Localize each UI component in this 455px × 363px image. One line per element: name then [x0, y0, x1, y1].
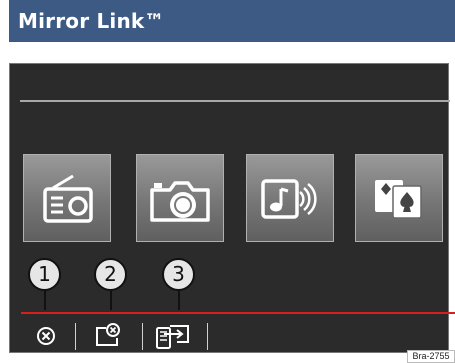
callout-1: 1	[28, 258, 61, 291]
figure-reference: Bra-2755	[407, 350, 455, 363]
music-icon	[261, 179, 317, 219]
callout-3: 3	[162, 258, 195, 291]
callout-2: 2	[94, 258, 127, 291]
camera-icon	[150, 181, 210, 222]
playing-cards-icon	[375, 180, 422, 219]
page-title: Mirror Link™	[18, 9, 165, 33]
callout-leader	[178, 288, 180, 310]
app-radio[interactable]	[23, 154, 111, 242]
app-cards[interactable]	[355, 154, 443, 242]
close-icon[interactable]	[35, 322, 57, 346]
callout-leader	[44, 288, 46, 310]
bottom-separator	[142, 323, 143, 350]
title-banner: Mirror Link™	[9, 0, 455, 42]
status-bar-accent-line	[21, 312, 455, 314]
mirrorlink-screen	[9, 63, 455, 353]
disconnect-device-icon[interactable]	[92, 322, 122, 348]
bottom-separator	[207, 323, 208, 350]
bottom-separator	[75, 323, 76, 350]
top-divider	[20, 100, 450, 102]
radio-icon	[43, 174, 93, 223]
app-camera[interactable]	[136, 154, 224, 242]
callout-leader	[110, 288, 112, 310]
switch-device-icon[interactable]	[155, 322, 191, 350]
app-music[interactable]	[246, 154, 334, 242]
